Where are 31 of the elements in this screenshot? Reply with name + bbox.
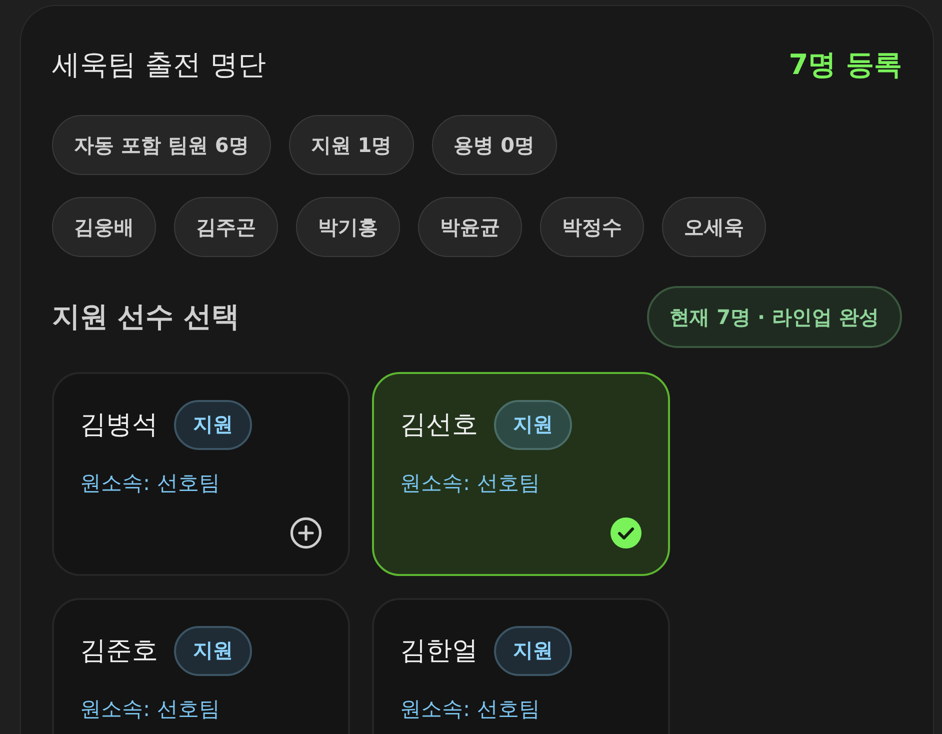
affiliation-text: 원소속: 선호팀 <box>400 696 541 723</box>
affiliation-text: 원소속: 선호팀 <box>400 470 541 497</box>
member-chip: 박기홍 <box>296 197 400 257</box>
role-tag: 지원 <box>174 400 252 450</box>
check-circle-icon <box>610 517 642 549</box>
member-chip: 박윤균 <box>418 197 522 257</box>
plus-circle-icon[interactable] <box>290 517 322 549</box>
player-card[interactable]: 김선호 지원 원소속: 선호팀 <box>372 372 670 576</box>
count-chip: 자동 포함 팀원 6명 <box>52 115 271 175</box>
member-chip: 김주곤 <box>174 197 278 257</box>
affiliation-text: 원소속: 선호팀 <box>80 696 221 723</box>
roster-title: 세욱팀 출전 명단 <box>52 47 266 83</box>
player-card[interactable]: 김한얼 지원 원소속: 선호팀 <box>372 598 670 734</box>
player-name: 김준호 <box>80 635 158 668</box>
role-tag: 지원 <box>174 626 252 676</box>
player-card[interactable]: 김준호 지원 원소속: 선호팀 <box>52 598 350 734</box>
member-chip: 오세욱 <box>662 197 766 257</box>
role-tag: 지원 <box>494 626 572 676</box>
registered-count: 7명 등록 <box>788 47 902 83</box>
player-card[interactable]: 김병석 지원 원소속: 선호팀 <box>52 372 350 576</box>
member-chip: 김웅배 <box>52 197 156 257</box>
player-name: 김한얼 <box>400 635 478 668</box>
count-chip: 지원 1명 <box>288 115 414 175</box>
member-chip: 박정수 <box>540 197 644 257</box>
count-chip: 용병 0명 <box>432 115 557 175</box>
role-tag: 지원 <box>494 400 572 450</box>
player-name: 김선호 <box>400 409 478 442</box>
section-heading: 지원 선수 선택 <box>52 299 240 335</box>
affiliation-text: 원소속: 선호팀 <box>80 470 221 497</box>
lineup-status-badge: 현재 7명 · 라인업 완성 <box>646 286 902 348</box>
player-name: 김병석 <box>80 409 158 442</box>
